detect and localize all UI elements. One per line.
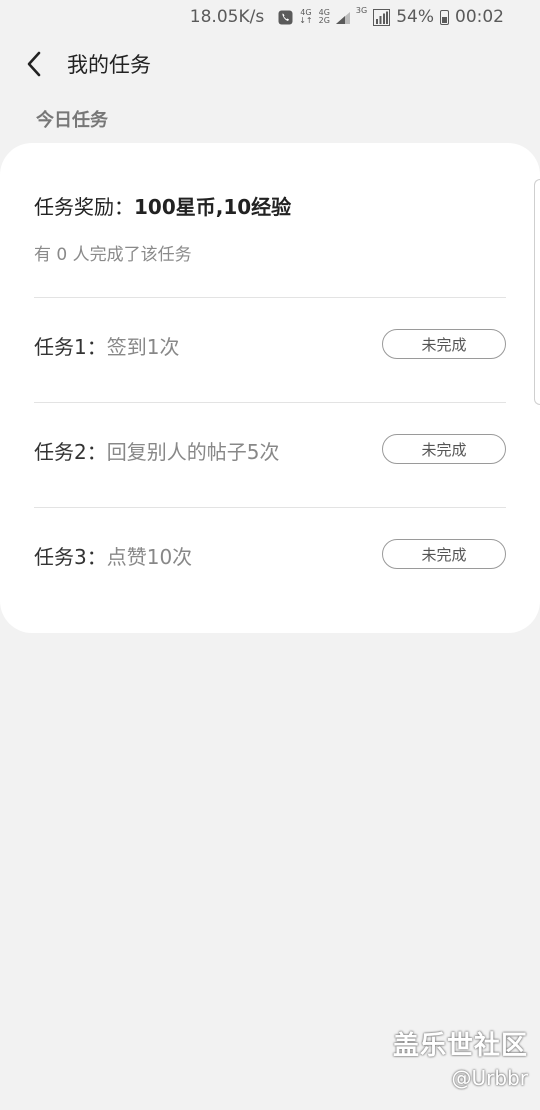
divider bbox=[34, 297, 506, 298]
task-row: 任务2： 回复别人的帖子5次 未完成 bbox=[34, 430, 506, 470]
reward-line: 任务奖励：100星币,10经验 bbox=[34, 191, 291, 220]
task-status-button[interactable]: 未完成 bbox=[382, 434, 506, 464]
4g-indicator-icon: 4G ↓↑ bbox=[299, 9, 312, 25]
task-label: 任务1： bbox=[34, 334, 107, 359]
phone-icon bbox=[278, 10, 293, 25]
task-screen: 18.05K/s 4G ↓↑ 4G 2G 3G 54% 00:02 我的任务 今… bbox=[0, 0, 540, 1110]
header: 我的任务 bbox=[0, 40, 540, 88]
task-description: 签到1次 bbox=[106, 334, 180, 359]
divider bbox=[34, 402, 506, 403]
4g-arrows: ↓↑ bbox=[299, 16, 313, 25]
task-description: 回复别人的帖子5次 bbox=[106, 439, 280, 464]
4g2g-bottom-label: 2G bbox=[318, 16, 330, 25]
task-status-button[interactable]: 未完成 bbox=[382, 539, 506, 569]
task-label: 任务3： bbox=[34, 544, 107, 569]
page-title: 我的任务 bbox=[67, 53, 151, 77]
back-arrow-icon bbox=[27, 51, 41, 77]
task-row: 任务3： 点赞10次 未完成 bbox=[34, 535, 506, 575]
signal-icon bbox=[335, 10, 350, 24]
clock: 00:02 bbox=[455, 7, 504, 27]
watermark-main: 盖乐世社区 bbox=[392, 1031, 528, 1061]
reward-value: 100星币,10经验 bbox=[134, 195, 292, 219]
task-row: 任务1： 签到1次 未完成 bbox=[34, 325, 506, 365]
task-card: 任务奖励：100星币,10经验 有 0 人完成了该任务 任务1： 签到1次 未完… bbox=[0, 143, 540, 633]
watermark-sub: @Urbbr bbox=[451, 1066, 528, 1090]
task-description: 点赞10次 bbox=[106, 544, 193, 569]
battery-icon bbox=[440, 9, 449, 25]
section-label: 今日任务 bbox=[36, 110, 108, 131]
battery-percent: 54% bbox=[396, 7, 434, 27]
status-bar: 18.05K/s 4G ↓↑ 4G 2G 3G 54% 00:02 bbox=[0, 0, 540, 34]
network-speed: 18.05K/s bbox=[189, 7, 265, 27]
back-button[interactable] bbox=[6, 40, 62, 88]
completed-count: 有 0 人完成了该任务 bbox=[34, 245, 192, 265]
signal-icon-2 bbox=[373, 8, 391, 26]
watermark: 盖乐世社区 @Urbbr bbox=[393, 1025, 528, 1090]
task-status-button[interactable]: 未完成 bbox=[382, 329, 506, 359]
reward-prefix: 任务奖励： bbox=[34, 195, 134, 219]
4g-2g-indicator-icon: 4G 2G bbox=[319, 9, 330, 25]
task-label: 任务2： bbox=[34, 439, 107, 464]
3g-label: 3G bbox=[355, 6, 368, 15]
scroll-edge-indicator bbox=[534, 179, 540, 405]
divider bbox=[34, 507, 506, 508]
